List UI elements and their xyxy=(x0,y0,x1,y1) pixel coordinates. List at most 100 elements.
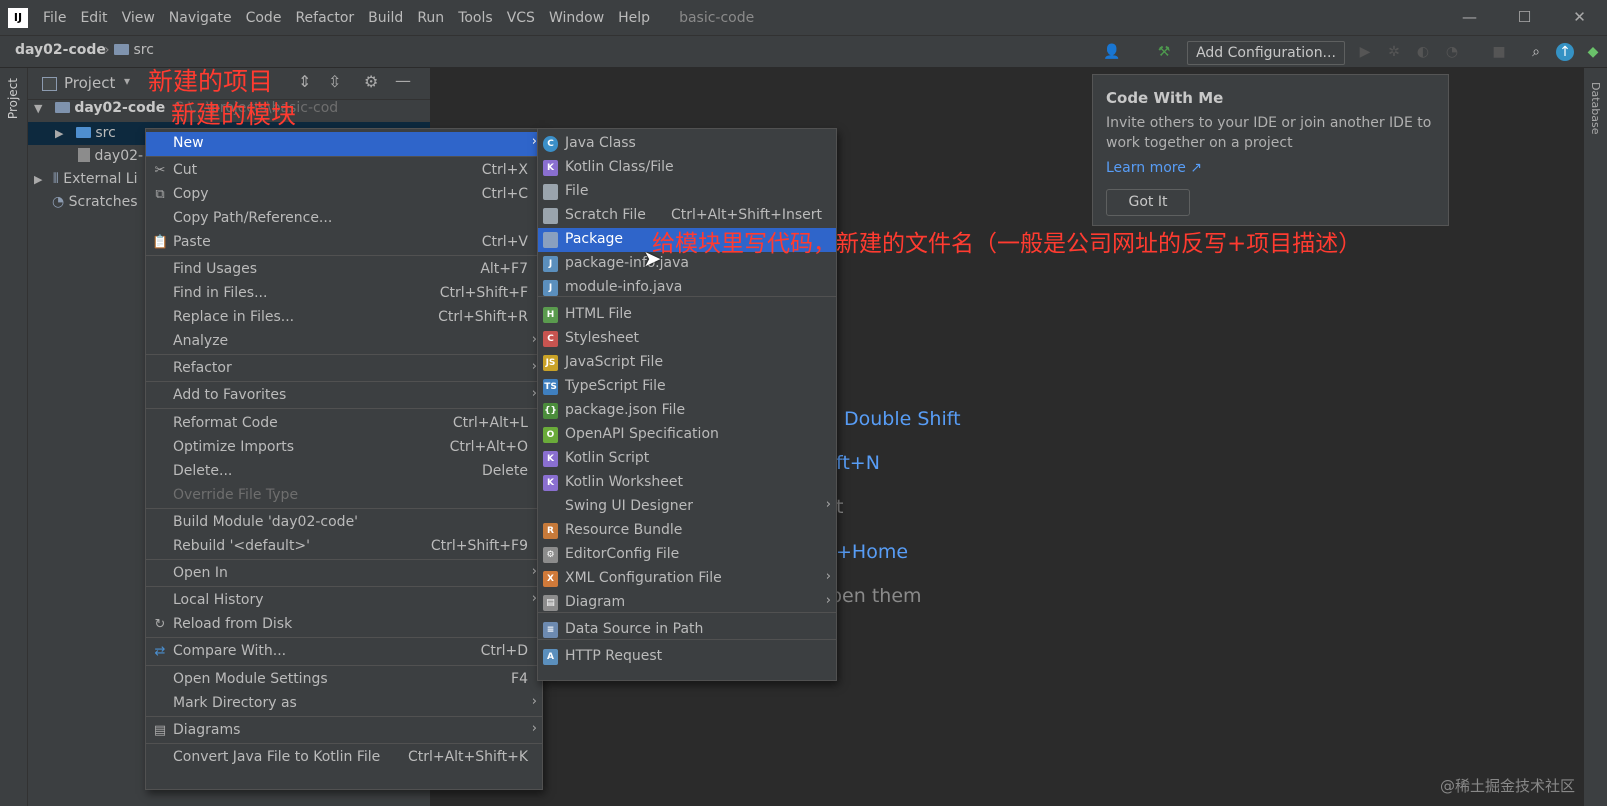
menu-item-compare-with[interactable]: ⇄ Compare With... Ctrl+D xyxy=(146,640,542,664)
coverage-icon[interactable]: ◐ xyxy=(1414,43,1432,61)
html-file-icon: H xyxy=(543,307,558,323)
menu-item-build-module-day02-code[interactable]: Build Module 'day02-code' xyxy=(146,511,542,535)
menu-item-add-to-favorites[interactable]: Add to Favorites › xyxy=(146,384,542,408)
menu-item-label: Reformat Code xyxy=(173,415,278,431)
menu-item-diagrams[interactable]: ▤ Diagrams › xyxy=(146,719,542,743)
menu-item-shortcut: Ctrl+Alt+O xyxy=(449,439,528,455)
new-item-shortcut: Ctrl+Alt+Shift+Insert xyxy=(670,207,822,223)
chevron-right-icon: › xyxy=(531,694,537,709)
menu-item-refactor[interactable]: Refactor › xyxy=(146,357,542,381)
project-tool-tab[interactable]: Project xyxy=(6,78,20,119)
build-hammer-icon[interactable]: ⚒ xyxy=(1155,43,1173,61)
menu-item-shortcut: Ctrl+C xyxy=(481,186,528,202)
menu-item-optimize-imports[interactable]: Optimize Imports Ctrl+Alt+O xyxy=(146,436,542,460)
breadcrumb-folder[interactable]: src xyxy=(114,42,154,58)
menu-item-copy-path-reference[interactable]: Copy Path/Reference... xyxy=(146,207,542,231)
expand-all-icon[interactable]: ⇕ xyxy=(298,72,311,91)
profile-icon[interactable]: ◔ xyxy=(1443,43,1461,61)
tree-item-label: Scratches xyxy=(68,194,138,210)
user-icon[interactable]: 👤 xyxy=(1103,43,1121,61)
close-icon[interactable]: ✕ xyxy=(1552,0,1607,35)
tree-item-src[interactable]: ▶ src xyxy=(55,122,116,145)
new-item-xml-configuration-file[interactable]: X XML Configuration File › xyxy=(538,567,836,591)
menu-file[interactable]: File xyxy=(36,10,73,26)
menu-item-convert-java-file-to-kotlin-file[interactable]: Convert Java File to Kotlin File Ctrl+Alt… xyxy=(146,746,542,770)
menu-run[interactable]: Run xyxy=(410,10,451,26)
menu-item-open-module-settings[interactable]: Open Module Settings F4 xyxy=(146,668,542,692)
new-item-label: EditorConfig File xyxy=(565,546,680,562)
menu-item-mark-directory-as[interactable]: Mark Directory as › xyxy=(146,692,542,716)
new-item-html-file[interactable]: H HTML File xyxy=(538,303,836,327)
update-icon[interactable]: ↑ xyxy=(1556,43,1574,61)
menu-vcs[interactable]: VCS xyxy=(500,10,542,26)
add-configuration-button[interactable]: Add Configuration... xyxy=(1187,41,1345,65)
hide-panel-icon[interactable]: — xyxy=(395,71,411,90)
collapse-all-icon[interactable]: ⇳ xyxy=(328,72,341,91)
plugin-icon[interactable]: ◆ xyxy=(1584,43,1602,61)
menu-item-rebuild-default[interactable]: Rebuild '<default>' Ctrl+Shift+F9 xyxy=(146,535,542,559)
minimize-icon[interactable]: — xyxy=(1442,0,1497,35)
menu-item-find-in-files[interactable]: Find in Files... Ctrl+Shift+F xyxy=(146,282,542,306)
new-item-stylesheet[interactable]: C Stylesheet xyxy=(538,327,836,351)
menu-item-reformat-code[interactable]: Reformat Code Ctrl+Alt+L xyxy=(146,412,542,436)
menu-window[interactable]: Window xyxy=(542,10,611,26)
kotlin-worksheet-icon: K xyxy=(543,475,558,491)
tree-item-iml[interactable]: day02- xyxy=(78,145,143,168)
menu-view[interactable]: View xyxy=(115,10,162,26)
new-item-kotlin-script[interactable]: K Kotlin Script xyxy=(538,447,836,471)
gear-icon[interactable]: ⚙ xyxy=(364,72,378,91)
menu-build[interactable]: Build xyxy=(361,10,410,26)
chevron-right-icon[interactable]: ▶ xyxy=(55,127,63,140)
tree-item-scratches[interactable]: ◔ Scratches xyxy=(52,191,138,214)
menu-tools[interactable]: Tools xyxy=(451,10,500,26)
got-it-button[interactable]: Got It xyxy=(1106,189,1190,216)
new-item-kotlin-class-file[interactable]: K Kotlin Class/File xyxy=(538,156,836,180)
menu-code[interactable]: Code xyxy=(239,10,289,26)
new-item-http-request[interactable]: A HTTP Request xyxy=(538,645,836,669)
project-view-selector[interactable]: Project xyxy=(64,74,115,92)
learn-more-link[interactable]: Learn more ↗ xyxy=(1106,160,1202,176)
menu-item-cut[interactable]: ✂ Cut Ctrl+X xyxy=(146,159,542,183)
new-item-editorconfig-file[interactable]: ⚙ EditorConfig File xyxy=(538,543,836,567)
debug-icon[interactable]: ✲ xyxy=(1385,43,1403,61)
new-item-java-class[interactable]: C Java Class xyxy=(538,132,836,156)
menu-item-local-history[interactable]: Local History › xyxy=(146,589,542,613)
css-file-icon: C xyxy=(543,331,558,347)
menu-item-replace-in-files[interactable]: Replace in Files... Ctrl+Shift+R xyxy=(146,306,542,330)
chevron-down-icon[interactable]: ▼ xyxy=(34,102,42,115)
menu-item-label: Convert Java File to Kotlin File xyxy=(173,749,381,765)
stop-icon[interactable]: ■ xyxy=(1490,43,1508,61)
maximize-icon[interactable]: ☐ xyxy=(1497,0,1552,35)
menu-item-copy[interactable]: ⧉ Copy Ctrl+C xyxy=(146,183,542,207)
menu-item-open-in[interactable]: Open In › xyxy=(146,562,542,586)
menu-refactor[interactable]: Refactor xyxy=(288,10,361,26)
menu-item-reload-from-disk[interactable]: ↻ Reload from Disk xyxy=(146,613,542,637)
new-item-javascript-file[interactable]: JS JavaScript File xyxy=(538,351,836,375)
new-item-kotlin-worksheet[interactable]: K Kotlin Worksheet xyxy=(538,471,836,495)
menu-item-label: Copy Path/Reference... xyxy=(173,210,333,226)
search-icon[interactable]: ⌕ xyxy=(1527,43,1545,61)
new-item-resource-bundle[interactable]: R Resource Bundle xyxy=(538,519,836,543)
new-item-swing-ui-designer[interactable]: Swing UI Designer › xyxy=(538,495,836,519)
menu-item-paste[interactable]: 📋 Paste Ctrl+V xyxy=(146,231,542,255)
new-item-file[interactable]: File xyxy=(538,180,836,204)
database-tool-tab[interactable]: Database xyxy=(1589,82,1602,135)
tree-item-external-libraries[interactable]: ▶ ⫴ External Li xyxy=(34,168,138,191)
new-item-openapi-specification[interactable]: O OpenAPI Specification xyxy=(538,423,836,447)
menu-help[interactable]: Help xyxy=(611,10,657,26)
new-item-package-json-file[interactable]: {} package.json File xyxy=(538,399,836,423)
breadcrumb-project[interactable]: day02-code xyxy=(15,42,106,58)
menu-item-new[interactable]: New › xyxy=(146,132,542,156)
menu-edit[interactable]: Edit xyxy=(73,10,114,26)
menu-item-find-usages[interactable]: Find Usages Alt+F7 xyxy=(146,258,542,282)
chevron-down-icon[interactable]: ▾ xyxy=(124,74,130,88)
menu-navigate[interactable]: Navigate xyxy=(162,10,239,26)
chevron-right-icon[interactable]: ▶ xyxy=(34,173,42,186)
menu-item-label: New xyxy=(173,135,204,151)
menu-item-delete[interactable]: Delete... Delete xyxy=(146,460,542,484)
menu-item-analyze[interactable]: Analyze › xyxy=(146,330,542,354)
menu-item-label: Refactor xyxy=(173,360,232,376)
new-item-typescript-file[interactable]: TS TypeScript File xyxy=(538,375,836,399)
annotation-package-description: 给模块里写代码，新建的文件名（一般是公司网址的反写+项目描述） xyxy=(652,231,1362,257)
run-icon[interactable]: ▶ xyxy=(1356,43,1374,61)
